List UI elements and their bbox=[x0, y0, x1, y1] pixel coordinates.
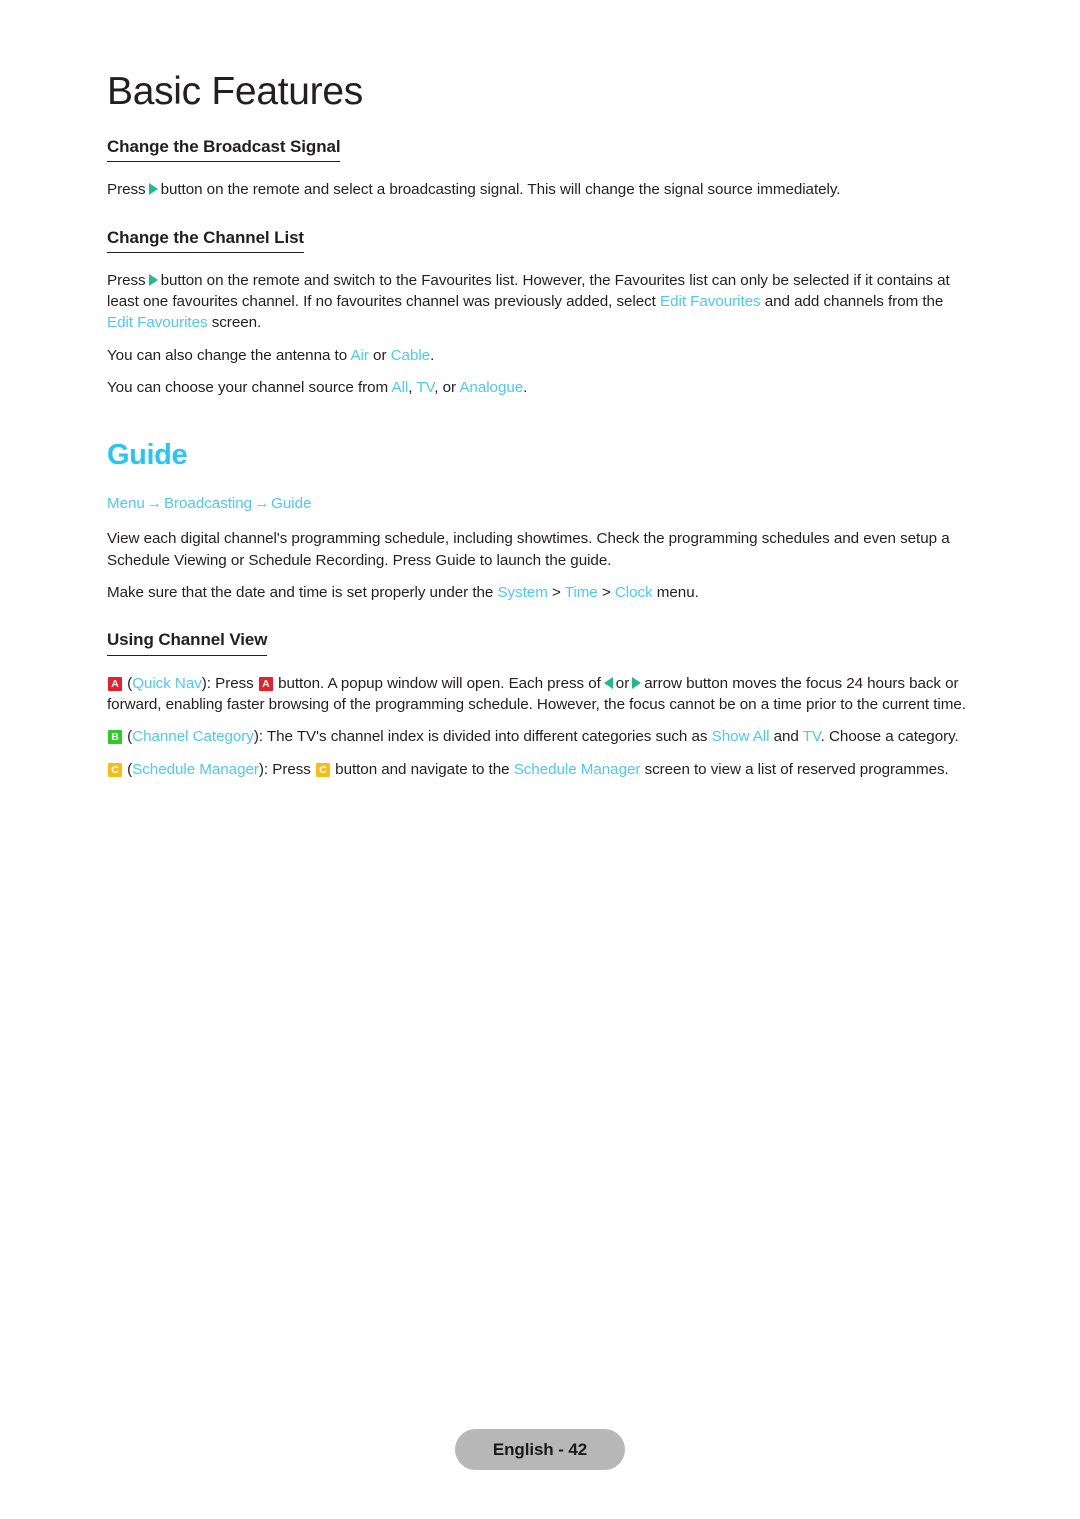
text-fragment: button and navigate to the bbox=[335, 760, 510, 778]
breadcrumb-item-broadcasting: Broadcasting bbox=[163, 495, 252, 513]
menu-term-cable: Cable bbox=[390, 346, 431, 364]
text-fragment: and add channels from the bbox=[764, 293, 944, 311]
section-broadcast-signal-body: Press button on the remote and select a b… bbox=[107, 179, 973, 200]
menu-term-tv: TV bbox=[416, 378, 435, 396]
page-footer-badge: English - 42 bbox=[455, 1429, 625, 1470]
section-guide-header: Guide bbox=[107, 439, 973, 472]
list-item: A (Quick Nav): Press A button. A popup w… bbox=[107, 673, 973, 716]
breadcrumb-item-menu: Menu bbox=[107, 495, 145, 513]
text-fragment: screen. bbox=[211, 314, 262, 332]
text-fragment: or bbox=[615, 674, 630, 692]
text-fragment: . bbox=[523, 378, 528, 396]
button-badge-c-icon: C bbox=[316, 762, 330, 777]
text-fragment: , bbox=[408, 378, 413, 396]
button-badge-b-icon: B bbox=[108, 730, 122, 745]
text-fragment: Press bbox=[215, 674, 254, 692]
text-fragment: . Choose a category. bbox=[820, 728, 959, 746]
button-badge-a-icon: A bbox=[258, 676, 273, 691]
section-channel-list-header: Change the Channel List bbox=[107, 227, 973, 253]
list-item: B (Channel Category): The TV's channel i… bbox=[107, 726, 973, 747]
text-fragment: You can choose your channel source from bbox=[107, 378, 389, 396]
section-heading-guide: Guide bbox=[107, 439, 188, 472]
page-title: Basic Features bbox=[107, 70, 363, 113]
paragraph: Press button on the remote and select a b… bbox=[107, 179, 973, 200]
section-channel-view-body: A (Quick Nav): Press A button. A popup w… bbox=[107, 673, 973, 780]
guide-breadcrumb-wrap: Menu → Broadcasting → Guide bbox=[107, 493, 973, 514]
menu-term-time: Time bbox=[564, 584, 598, 602]
arrow-right-icon bbox=[148, 183, 158, 196]
menu-term-edit-favourites: Edit Favourites bbox=[660, 293, 761, 311]
menu-term-analogue: Analogue bbox=[459, 378, 524, 396]
text-fragment: Make sure that the date and time is set … bbox=[107, 584, 494, 602]
page-content: Basic Features Change the Broadcast Sign… bbox=[107, 0, 973, 780]
menu-term-tv: TV bbox=[802, 728, 821, 746]
section-channel-list-body: Press button on the remote and switch to … bbox=[107, 270, 973, 398]
arrow-right-glyph-icon: → bbox=[254, 495, 270, 513]
menu-term-all: All bbox=[391, 378, 409, 396]
text-fragment: ): bbox=[253, 728, 263, 746]
section-heading-broadcast-signal: Change the Broadcast Signal bbox=[107, 136, 341, 163]
text-fragment: or bbox=[373, 346, 387, 364]
section-heading-using-channel-view: Using Channel View bbox=[107, 629, 267, 656]
text-fragment: Press bbox=[107, 271, 146, 289]
button-badge-c-icon: C bbox=[108, 762, 122, 777]
manual-page: Basic Features Change the Broadcast Sign… bbox=[0, 0, 1080, 1519]
menu-term-schedule-manager: Schedule Manager bbox=[132, 760, 259, 778]
page-number-label: English - 42 bbox=[492, 1439, 588, 1459]
menu-term-edit-favourites: Edit Favourites bbox=[107, 314, 208, 332]
section-guide-body: View each digital channel's programming … bbox=[107, 528, 973, 603]
paragraph: View each digital channel's programming … bbox=[107, 530, 950, 569]
paragraph: Make sure that the date and time is set … bbox=[107, 582, 973, 603]
button-badge-a-icon: A bbox=[108, 676, 122, 691]
text-fragment: screen to view a list of reserved progra… bbox=[644, 760, 949, 778]
menu-term-air: Air bbox=[350, 346, 369, 364]
paragraph: Press button on the remote and switch to … bbox=[107, 270, 973, 334]
text-fragment: Press bbox=[272, 760, 311, 778]
menu-term-show-all: Show All bbox=[711, 728, 770, 746]
menu-term-quick-nav: Quick Nav bbox=[132, 674, 202, 692]
text-fragment: You can also change the antenna to bbox=[107, 346, 348, 364]
text-fragment: button on the remote and select a broadc… bbox=[160, 181, 841, 199]
menu-term-channel-category: Channel Category bbox=[132, 728, 254, 746]
paragraph: You can also change the antenna to Air o… bbox=[107, 345, 973, 366]
text-fragment: , or bbox=[434, 378, 456, 396]
section-heading-channel-list: Change the Channel List bbox=[107, 227, 304, 253]
arrow-right-icon bbox=[148, 273, 158, 286]
menu-term-system: System bbox=[497, 584, 548, 602]
text-fragment: and bbox=[773, 728, 799, 746]
text-fragment: The TV's channel index is divided into d… bbox=[266, 728, 708, 746]
section-broadcast-signal-header: Change the Broadcast Signal bbox=[107, 136, 973, 163]
menu-term-schedule-manager: Schedule Manager bbox=[513, 760, 641, 778]
text-fragment: . bbox=[430, 346, 435, 364]
text-fragment: button. A popup window will open. Each p… bbox=[278, 674, 601, 692]
arrow-right-icon bbox=[632, 676, 642, 689]
text-fragment: ): bbox=[201, 674, 211, 692]
text-fragment: Press bbox=[107, 181, 146, 199]
arrow-left-icon bbox=[603, 676, 613, 689]
list-item: C (Schedule Manager): Press C button and… bbox=[107, 759, 973, 780]
text-fragment: menu. bbox=[656, 584, 699, 602]
breadcrumb: Menu → Broadcasting → Guide bbox=[107, 493, 973, 514]
text-fragment: ): bbox=[258, 760, 269, 778]
arrow-right-glyph-icon: → bbox=[146, 495, 162, 513]
separator-gt: > bbox=[551, 584, 561, 602]
menu-term-clock: Clock bbox=[614, 584, 653, 602]
section-channel-view-header: Using Channel View bbox=[107, 629, 973, 656]
separator-gt: > bbox=[601, 584, 611, 602]
breadcrumb-item-guide: Guide bbox=[271, 495, 312, 513]
paragraph: You can choose your channel source from … bbox=[107, 377, 973, 398]
